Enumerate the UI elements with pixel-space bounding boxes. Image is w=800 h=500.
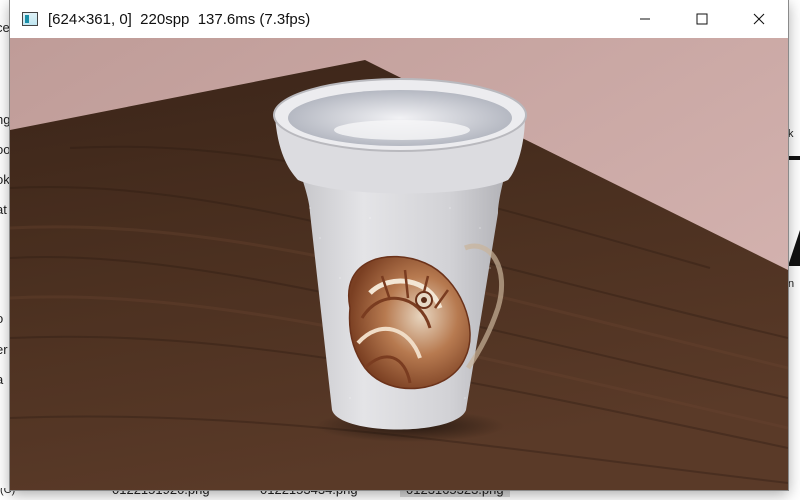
background-text: ce bbox=[0, 20, 10, 35]
background-text: ok bbox=[0, 172, 10, 187]
background-text: er bbox=[0, 342, 8, 357]
background-text: k bbox=[788, 128, 794, 140]
background-text: ng bbox=[0, 112, 11, 127]
minimize-button[interactable] bbox=[616, 0, 674, 38]
background-window-right: k n bbox=[788, 0, 800, 500]
rendered-scene bbox=[10, 38, 788, 490]
minimize-icon bbox=[639, 13, 651, 25]
render-window: [624×361, 0] 220spp 137.6ms (7.3fps) bbox=[10, 0, 788, 490]
background-text: oo bbox=[0, 142, 11, 157]
background-text: o bbox=[0, 311, 3, 326]
background-graphic bbox=[788, 156, 800, 160]
background-text: a bbox=[0, 372, 3, 387]
window-title: [624×361, 0] 220spp 137.6ms (7.3fps) bbox=[48, 10, 311, 28]
cup-inner-highlight bbox=[334, 120, 470, 140]
close-button[interactable] bbox=[730, 0, 788, 38]
background-text: n bbox=[788, 278, 795, 290]
background-text: at bbox=[0, 202, 7, 217]
maximize-button[interactable] bbox=[673, 0, 731, 38]
render-viewport[interactable] bbox=[10, 38, 788, 490]
title-bar[interactable]: [624×361, 0] 220spp 137.6ms (7.3fps) bbox=[10, 0, 788, 38]
maximize-icon bbox=[696, 13, 708, 25]
render-window-icon[interactable] bbox=[22, 12, 38, 26]
background-graphic bbox=[788, 230, 800, 266]
close-icon bbox=[753, 13, 765, 25]
